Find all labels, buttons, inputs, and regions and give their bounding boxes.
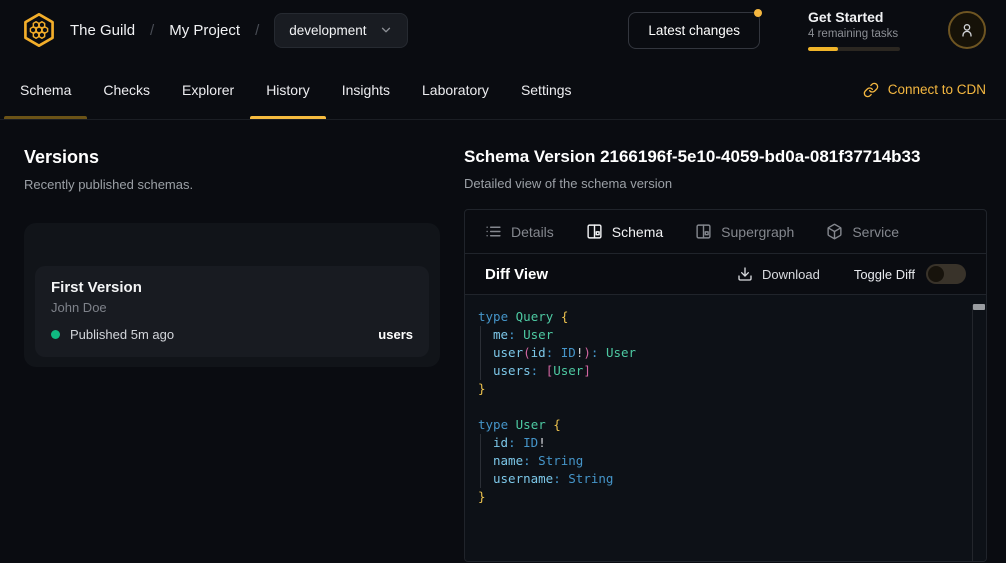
diff-view-title: Diff View [485, 266, 548, 283]
versions-list-card: First Version John Doe Published 5m ago … [24, 223, 440, 367]
toggle-diff-knob [928, 266, 944, 282]
tab-supergraph[interactable]: Supergraph [695, 223, 794, 240]
version-detail-title: Schema Version 2166196f-5e10-4059-bd0a-0… [464, 147, 987, 167]
code-block: type Query {me: Useruser(id: ID!): Useru… [478, 308, 960, 506]
hive-logo[interactable] [20, 11, 58, 49]
latest-changes-button[interactable]: Latest changes [628, 12, 760, 49]
toggle-diff-label: Toggle Diff [854, 267, 915, 282]
tab-explorer[interactable]: Explorer [166, 60, 250, 119]
tab-schema-view-label: Schema [612, 224, 663, 240]
tab-checks[interactable]: Checks [87, 60, 166, 119]
published-status-dot [51, 330, 60, 339]
detail-tabs: Details Schema Supergraph Service [465, 210, 986, 254]
code-line: type User { [478, 416, 960, 434]
toggle-diff-control: Toggle Diff [854, 264, 966, 284]
tab-schema[interactable]: Schema [4, 60, 87, 119]
versions-section: Versions Recently published schemas. Fir… [0, 120, 464, 562]
chevron-down-icon [379, 23, 393, 37]
cube-icon [826, 223, 843, 240]
toggle-diff-switch[interactable] [926, 264, 966, 284]
breadcrumb-separator: / [255, 22, 259, 39]
breadcrumb-org[interactable]: The Guild [70, 22, 135, 39]
link-icon [863, 82, 879, 98]
version-list-item[interactable]: First Version John Doe Published 5m ago … [35, 266, 429, 357]
scrollbar-thumb[interactable] [973, 304, 985, 310]
code-line: name: String [478, 452, 960, 470]
user-icon [959, 22, 975, 38]
version-detail-panel: Details Schema Supergraph Service [464, 209, 987, 562]
version-detail-subtitle: Detailed view of the schema version [464, 176, 987, 191]
version-author: John Doe [51, 300, 413, 315]
service-badge: users [378, 327, 413, 342]
diff-actions: Download Toggle Diff [737, 264, 966, 284]
tab-schema-view[interactable]: Schema [586, 223, 663, 240]
get-started-title: Get Started [808, 9, 900, 25]
code-line: id: ID! [478, 434, 960, 452]
versions-subtitle: Recently published schemas. [24, 177, 440, 192]
diff-view-header: Diff View Download Toggle Diff [465, 254, 986, 295]
connect-to-cdn-link[interactable]: Connect to CDN [863, 60, 986, 119]
code-line: username: String [478, 470, 960, 488]
main-nav: Schema Checks Explorer History Insights … [0, 60, 1006, 120]
tab-service-label: Service [852, 224, 899, 240]
download-icon [737, 266, 753, 282]
columns-icon [695, 223, 712, 240]
code-line: me: User [478, 326, 960, 344]
tab-settings[interactable]: Settings [505, 60, 588, 119]
tab-supergraph-label: Supergraph [721, 224, 794, 240]
scrollbar-track [972, 305, 973, 561]
tab-laboratory[interactable]: Laboratory [406, 60, 505, 119]
get-started-widget[interactable]: Get Started 4 remaining tasks [808, 9, 900, 51]
code-line: } [478, 488, 960, 506]
code-line: } [478, 380, 960, 398]
breadcrumb: The Guild / My Project / development [70, 13, 408, 48]
list-icon [485, 223, 502, 240]
user-avatar[interactable] [948, 11, 986, 49]
versions-title: Versions [24, 147, 440, 168]
code-line [478, 398, 960, 416]
version-detail-section: Schema Version 2166196f-5e10-4059-bd0a-0… [464, 120, 1006, 562]
version-name: First Version [51, 279, 413, 296]
columns-icon [586, 223, 603, 240]
tab-details[interactable]: Details [485, 223, 554, 240]
tab-insights[interactable]: Insights [326, 60, 406, 119]
download-label: Download [762, 267, 820, 282]
schema-code-viewer[interactable]: type Query {me: Useruser(id: ID!): Useru… [465, 295, 986, 561]
tab-service[interactable]: Service [826, 223, 899, 240]
get-started-subtitle: 4 remaining tasks [808, 28, 900, 40]
code-line: users: [User] [478, 362, 960, 380]
get-started-progress [808, 47, 900, 51]
breadcrumb-separator: / [150, 22, 154, 39]
notification-dot [754, 9, 762, 17]
code-line: user(id: ID!): User [478, 344, 960, 362]
target-selector[interactable]: development [274, 13, 407, 48]
version-status: Published 5m ago [70, 327, 174, 342]
header-actions: Latest changes Get Started 4 remaining t… [628, 9, 986, 51]
target-selector-value: development [289, 23, 366, 38]
version-meta-row: Published 5m ago users [51, 327, 413, 342]
hive-app: The Guild / My Project / development Lat… [0, 0, 1006, 563]
download-button[interactable]: Download [737, 266, 820, 282]
tab-details-label: Details [511, 224, 554, 240]
tab-history[interactable]: History [250, 60, 326, 119]
get-started-progress-fill [808, 47, 838, 51]
top-header: The Guild / My Project / development Lat… [0, 0, 1006, 60]
connect-to-cdn-label: Connect to CDN [888, 82, 986, 97]
code-line: type Query { [478, 308, 960, 326]
breadcrumb-project[interactable]: My Project [169, 22, 240, 39]
main-content: Versions Recently published schemas. Fir… [0, 120, 1006, 562]
